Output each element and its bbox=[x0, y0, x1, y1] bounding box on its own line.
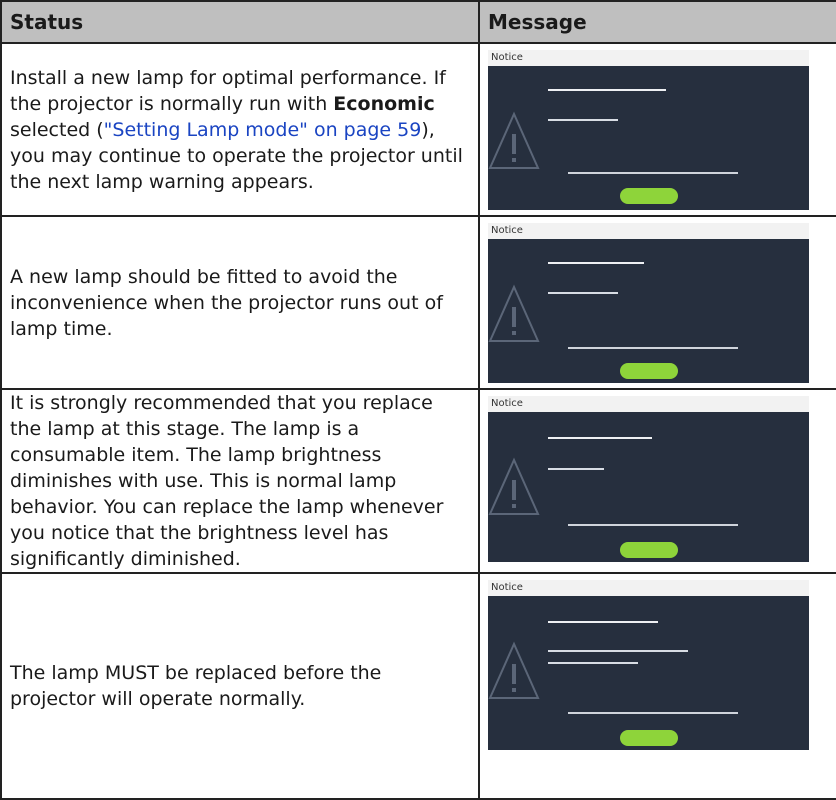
osd-title-bar: Notice bbox=[488, 396, 809, 412]
warning-triangle-icon bbox=[488, 111, 540, 169]
economic-label: Economic bbox=[333, 92, 435, 115]
osd-dialog-order-lamp: Notice bbox=[488, 50, 809, 210]
osd-footer-line bbox=[568, 524, 738, 526]
status-text: The lamp MUST be replaced before the pro… bbox=[10, 662, 382, 710]
table-row: A new lamp should be fitted to avoid the… bbox=[0, 215, 836, 390]
osd-title-bar: Notice bbox=[488, 223, 809, 239]
warning-triangle-icon bbox=[488, 457, 540, 515]
osd-footer-line bbox=[568, 172, 738, 174]
status-text: selected ( bbox=[10, 118, 104, 141]
osd-text-line bbox=[548, 662, 638, 664]
warning-triangle-icon bbox=[488, 641, 540, 699]
ok-button[interactable] bbox=[620, 363, 678, 379]
osd-dialog-replace-lamp-now: Notice bbox=[488, 396, 809, 562]
setting-lamp-mode-link[interactable]: "Setting Lamp mode" on page 59 bbox=[104, 119, 422, 141]
message-cell: Notice bbox=[478, 42, 836, 217]
osd-text-line bbox=[548, 292, 618, 294]
status-text: It is strongly recommended that you repl… bbox=[10, 392, 444, 570]
status-column-header: Status bbox=[0, 0, 480, 44]
osd-dialog-out-of-lamp: Notice bbox=[488, 580, 809, 750]
osd-title-bar: Notice bbox=[488, 50, 809, 66]
status-cell: It is strongly recommended that you repl… bbox=[0, 388, 480, 574]
status-cell: Install a new lamp for optimal performan… bbox=[0, 42, 480, 217]
ok-button[interactable] bbox=[620, 730, 678, 746]
table-row: The lamp MUST be replaced before the pro… bbox=[0, 572, 836, 800]
osd-footer-line bbox=[568, 347, 738, 349]
table-header-row: Status Message bbox=[0, 0, 836, 44]
osd-dialog-replace-lamp-soon: Notice bbox=[488, 223, 809, 383]
osd-footer-line bbox=[568, 712, 738, 714]
lamp-status-table: Status Message Install a new lamp for op… bbox=[0, 0, 836, 800]
warning-triangle-icon bbox=[488, 284, 540, 342]
message-cell: Notice bbox=[478, 572, 836, 800]
table-row: It is strongly recommended that you repl… bbox=[0, 388, 836, 574]
status-cell: A new lamp should be fitted to avoid the… bbox=[0, 215, 480, 390]
message-cell: Notice bbox=[478, 215, 836, 390]
osd-text-line bbox=[548, 650, 688, 652]
table-row: Install a new lamp for optimal performan… bbox=[0, 42, 836, 217]
status-text: A new lamp should be fitted to avoid the… bbox=[10, 265, 443, 340]
ok-button[interactable] bbox=[620, 188, 678, 204]
status-cell: The lamp MUST be replaced before the pro… bbox=[0, 572, 480, 800]
ok-button[interactable] bbox=[620, 542, 678, 558]
message-cell: Notice bbox=[478, 388, 836, 574]
osd-title-bar: Notice bbox=[488, 580, 809, 596]
osd-text-line bbox=[548, 468, 604, 470]
message-column-header: Message bbox=[478, 0, 836, 44]
osd-text-line bbox=[548, 119, 618, 121]
